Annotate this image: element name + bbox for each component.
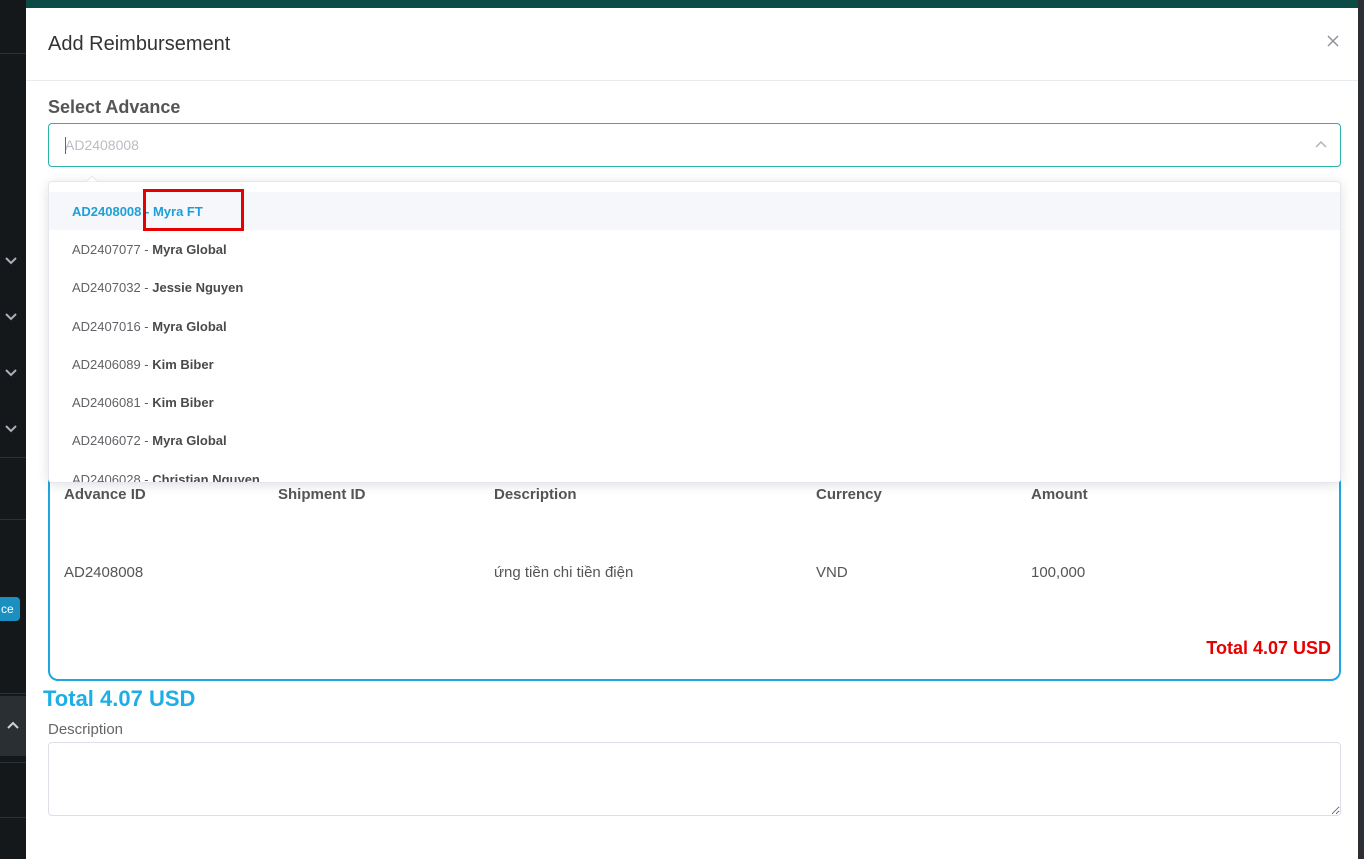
option-name: Christian Nguyen <box>152 471 260 483</box>
option-separator: - <box>140 356 153 372</box>
option-name: Jessie Nguyen <box>152 280 244 296</box>
option-separator: - <box>140 433 153 449</box>
chevron-up-icon <box>7 721 19 729</box>
select-advance-dropdown[interactable] <box>48 123 1341 167</box>
sidebar-divider <box>0 762 26 763</box>
background-right-strip <box>1358 0 1364 859</box>
select-advance-input[interactable] <box>65 124 1265 166</box>
sidebar-badge[interactable]: ce <box>0 597 20 621</box>
advance-option[interactable]: AD2406072 - Myra Global <box>49 422 1340 460</box>
advance-option[interactable]: AD2406081 - Kim Biber <box>49 383 1340 421</box>
option-code: AD2406072 <box>72 433 141 449</box>
option-name: Myra Global <box>152 433 227 449</box>
option-separator: - <box>140 280 153 296</box>
cell-description: ứng tiền chi tiền điện <box>494 564 634 581</box>
advance-option[interactable]: AD2407016 - Myra Global <box>49 307 1340 345</box>
header-amount: Amount <box>1031 486 1088 503</box>
text-cursor <box>65 137 66 154</box>
options-container: AD2408008 - Myra FT AD2407077 - Myra Glob… <box>49 192 1340 483</box>
advance-option[interactable]: AD2407077 - Myra Global <box>49 230 1340 268</box>
table-total: Total 4.07 USD <box>1206 638 1331 658</box>
advance-option[interactable]: AD2406028 - Christian Nguyen <box>49 460 1340 483</box>
sidebar-divider <box>0 519 26 520</box>
option-code: AD2407016 <box>72 318 141 334</box>
sidebar-divider <box>0 693 26 694</box>
sidebar-divider <box>0 457 26 458</box>
advance-option[interactable]: AD2407032 - Jessie Nguyen <box>49 269 1340 307</box>
dropdown-pointer <box>86 176 98 182</box>
sidebar-divider <box>0 53 26 54</box>
cell-advance-id: AD2408008 <box>64 564 144 581</box>
advance-table-panel: Advance ID Shipment ID Description Curre… <box>48 468 1341 681</box>
annotation-highlight-box <box>143 189 244 231</box>
sidebar-collapse-toggle[interactable] <box>0 696 26 756</box>
chevron-up-icon[interactable] <box>1314 138 1328 152</box>
description-textarea[interactable] <box>48 742 1341 816</box>
option-name: Kim Biber <box>152 395 214 411</box>
background-topbar <box>0 0 1364 8</box>
cell-currency: VND <box>816 564 848 581</box>
chevron-down-icon[interactable] <box>2 363 20 381</box>
select-advance-label: Select Advance <box>48 97 181 117</box>
modal-title: Add Reimbursement <box>48 33 231 55</box>
chevron-down-icon[interactable] <box>2 251 20 269</box>
option-code: AD2406081 <box>72 395 141 411</box>
option-code: AD2407077 <box>72 241 141 257</box>
header-advance-id: Advance ID <box>64 486 146 503</box>
option-name: Myra Global <box>152 318 227 334</box>
option-separator: - <box>140 241 153 257</box>
option-code: AD2407032 <box>72 280 141 296</box>
grand-total: Total 4.07 USD <box>43 686 196 711</box>
option-code: AD2406028 <box>72 471 141 483</box>
modal-header: Add Reimbursement <box>26 8 1358 81</box>
advance-option[interactable]: AD2406089 - Kim Biber <box>49 345 1340 383</box>
background-sidebar: ce <box>0 0 26 859</box>
sidebar-divider <box>0 817 26 818</box>
description-label: Description <box>48 721 124 738</box>
chevron-down-icon[interactable] <box>2 419 20 437</box>
cell-amount: 100,000 <box>1031 564 1086 581</box>
add-reimbursement-modal: Add Reimbursement Select Advance AD24080… <box>26 8 1358 859</box>
option-separator: - <box>140 471 153 483</box>
header-currency: Currency <box>816 486 882 503</box>
option-separator: - <box>140 395 153 411</box>
close-icon[interactable] <box>1324 32 1342 50</box>
chevron-down-icon[interactable] <box>2 307 20 325</box>
option-separator: - <box>140 318 153 334</box>
option-name: Myra Global <box>152 241 227 257</box>
option-code: AD2408008 <box>72 203 142 219</box>
option-name: Kim Biber <box>152 356 214 372</box>
header-shipment-id: Shipment ID <box>278 486 366 503</box>
header-description: Description <box>494 486 577 503</box>
option-code: AD2406089 <box>72 356 141 372</box>
